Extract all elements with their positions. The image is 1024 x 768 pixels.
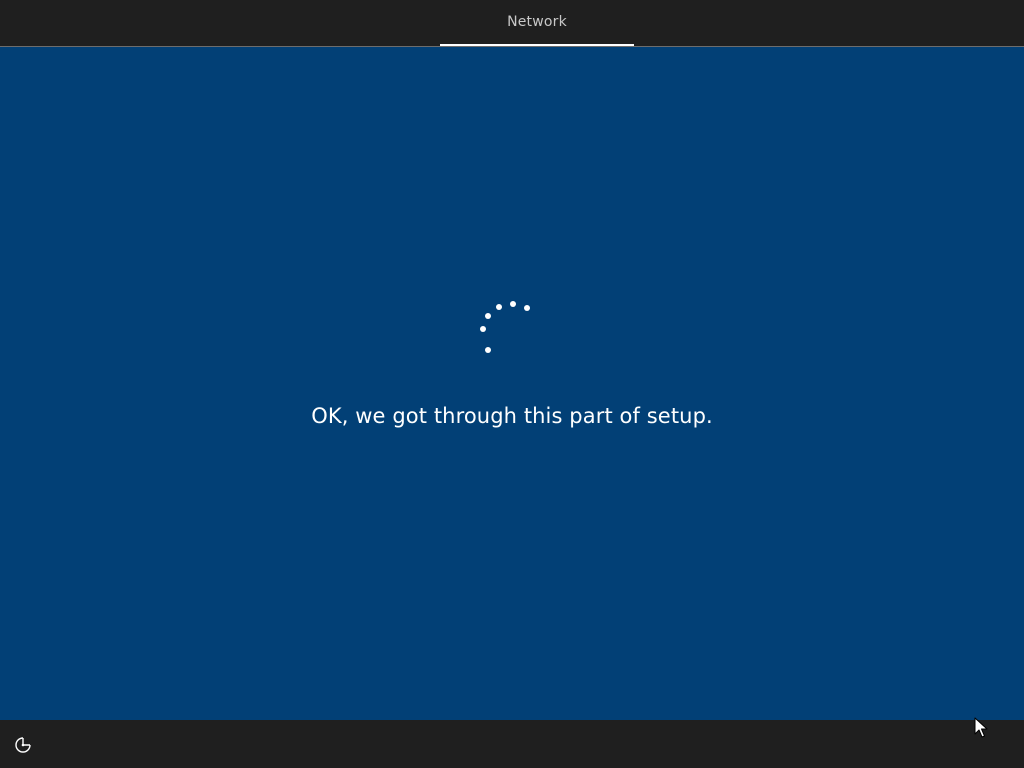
spinner-dot [485,347,491,353]
top-bar: Network [0,0,1024,47]
setup-screen: Network OK, we got through this part of … [0,0,1024,768]
main-area: OK, we got through this part of setup. [0,47,1024,720]
spinner-dot [496,304,502,310]
loading-dots-spinner-icon [480,301,530,353]
status-message: OK, we got through this part of setup. [311,404,713,428]
spinner-dot [480,326,486,332]
tab-network[interactable]: Network [440,0,634,46]
spinner-dot [510,301,516,307]
spinner-dot [524,305,530,311]
ease-of-access-icon [15,737,31,753]
spinner-dot [485,313,491,319]
bottom-bar [0,720,1024,768]
tab-network-label: Network [507,14,567,30]
ease-of-access-button[interactable] [10,732,36,758]
